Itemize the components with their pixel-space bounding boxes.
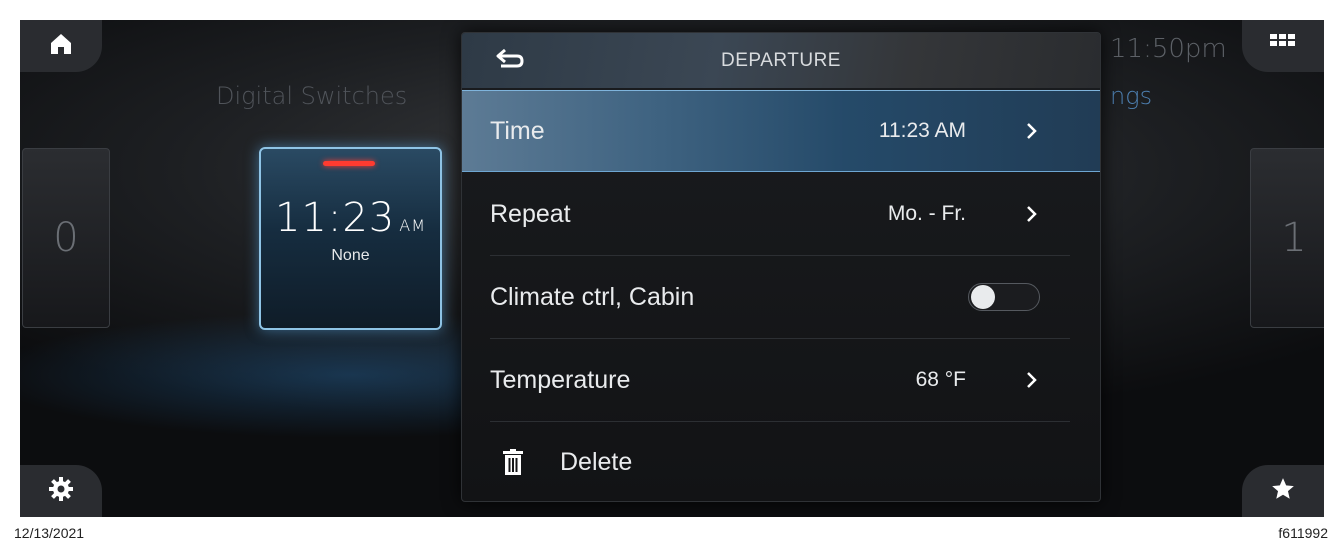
delete-label: Delete (560, 447, 633, 476)
chevron-right-icon (1022, 121, 1042, 141)
departure-timer-card[interactable]: 11:23 AM None (259, 147, 442, 330)
panel-title: DEPARTURE (721, 50, 841, 71)
time-value: 11:23 AM (878, 119, 966, 142)
time-label: Time (490, 116, 545, 145)
trash-icon (502, 448, 524, 476)
climate-toggle[interactable] (968, 283, 1040, 311)
next-timer-text: 1 (1281, 215, 1307, 261)
star-icon (1270, 476, 1296, 507)
previous-timer-text: 0 (53, 215, 79, 261)
timer-ampm: AM (399, 216, 427, 235)
gear-icon (48, 476, 74, 507)
apps-button[interactable] (1242, 20, 1324, 72)
background-title-left: Digital Switches (216, 82, 408, 110)
infotainment-screen: Digital Switches ngs 11:50pm 0 1 11:23 A… (20, 20, 1324, 517)
timer-time: 11:23 AM (261, 195, 440, 241)
chevron-right-icon (1022, 370, 1042, 390)
home-icon (49, 32, 73, 61)
toggle-knob (971, 285, 995, 309)
figure-id: f611992 (1278, 525, 1328, 541)
temperature-label: Temperature (490, 365, 631, 394)
delete-row[interactable]: Delete (462, 421, 1100, 501)
time-row[interactable]: Time 11:23 AM (462, 90, 1100, 172)
home-button[interactable] (20, 20, 102, 72)
active-indicator (323, 161, 375, 166)
temperature-value: 68 °F (915, 368, 966, 391)
favorites-button[interactable] (1242, 465, 1324, 517)
grid-icon (1270, 33, 1296, 59)
timer-repeat: None (331, 247, 370, 264)
clock: 11:50pm (1110, 34, 1227, 64)
footer-date: 12/13/2021 (14, 525, 85, 541)
previous-timer-card[interactable]: 0 (22, 148, 110, 328)
settings-button[interactable] (20, 465, 102, 517)
panel-header: DEPARTURE (462, 33, 1100, 88)
climate-label: Climate ctrl, Cabin (490, 282, 695, 311)
chevron-right-icon (1022, 204, 1042, 224)
repeat-row[interactable]: Repeat Mo. - Fr. (462, 173, 1100, 255)
climate-row[interactable]: Climate ctrl, Cabin (462, 256, 1100, 338)
repeat-value: Mo. - Fr. (887, 202, 966, 225)
next-timer-card[interactable]: 1 (1250, 148, 1324, 328)
repeat-label: Repeat (490, 199, 571, 228)
departure-panel: DEPARTURE Time 11:23 AM Repeat Mo. - Fr.… (461, 32, 1101, 502)
timer-time-value: 11:23 (274, 195, 396, 241)
temperature-row[interactable]: Temperature 68 °F (462, 339, 1100, 421)
background-title-right: ngs (1110, 82, 1153, 110)
